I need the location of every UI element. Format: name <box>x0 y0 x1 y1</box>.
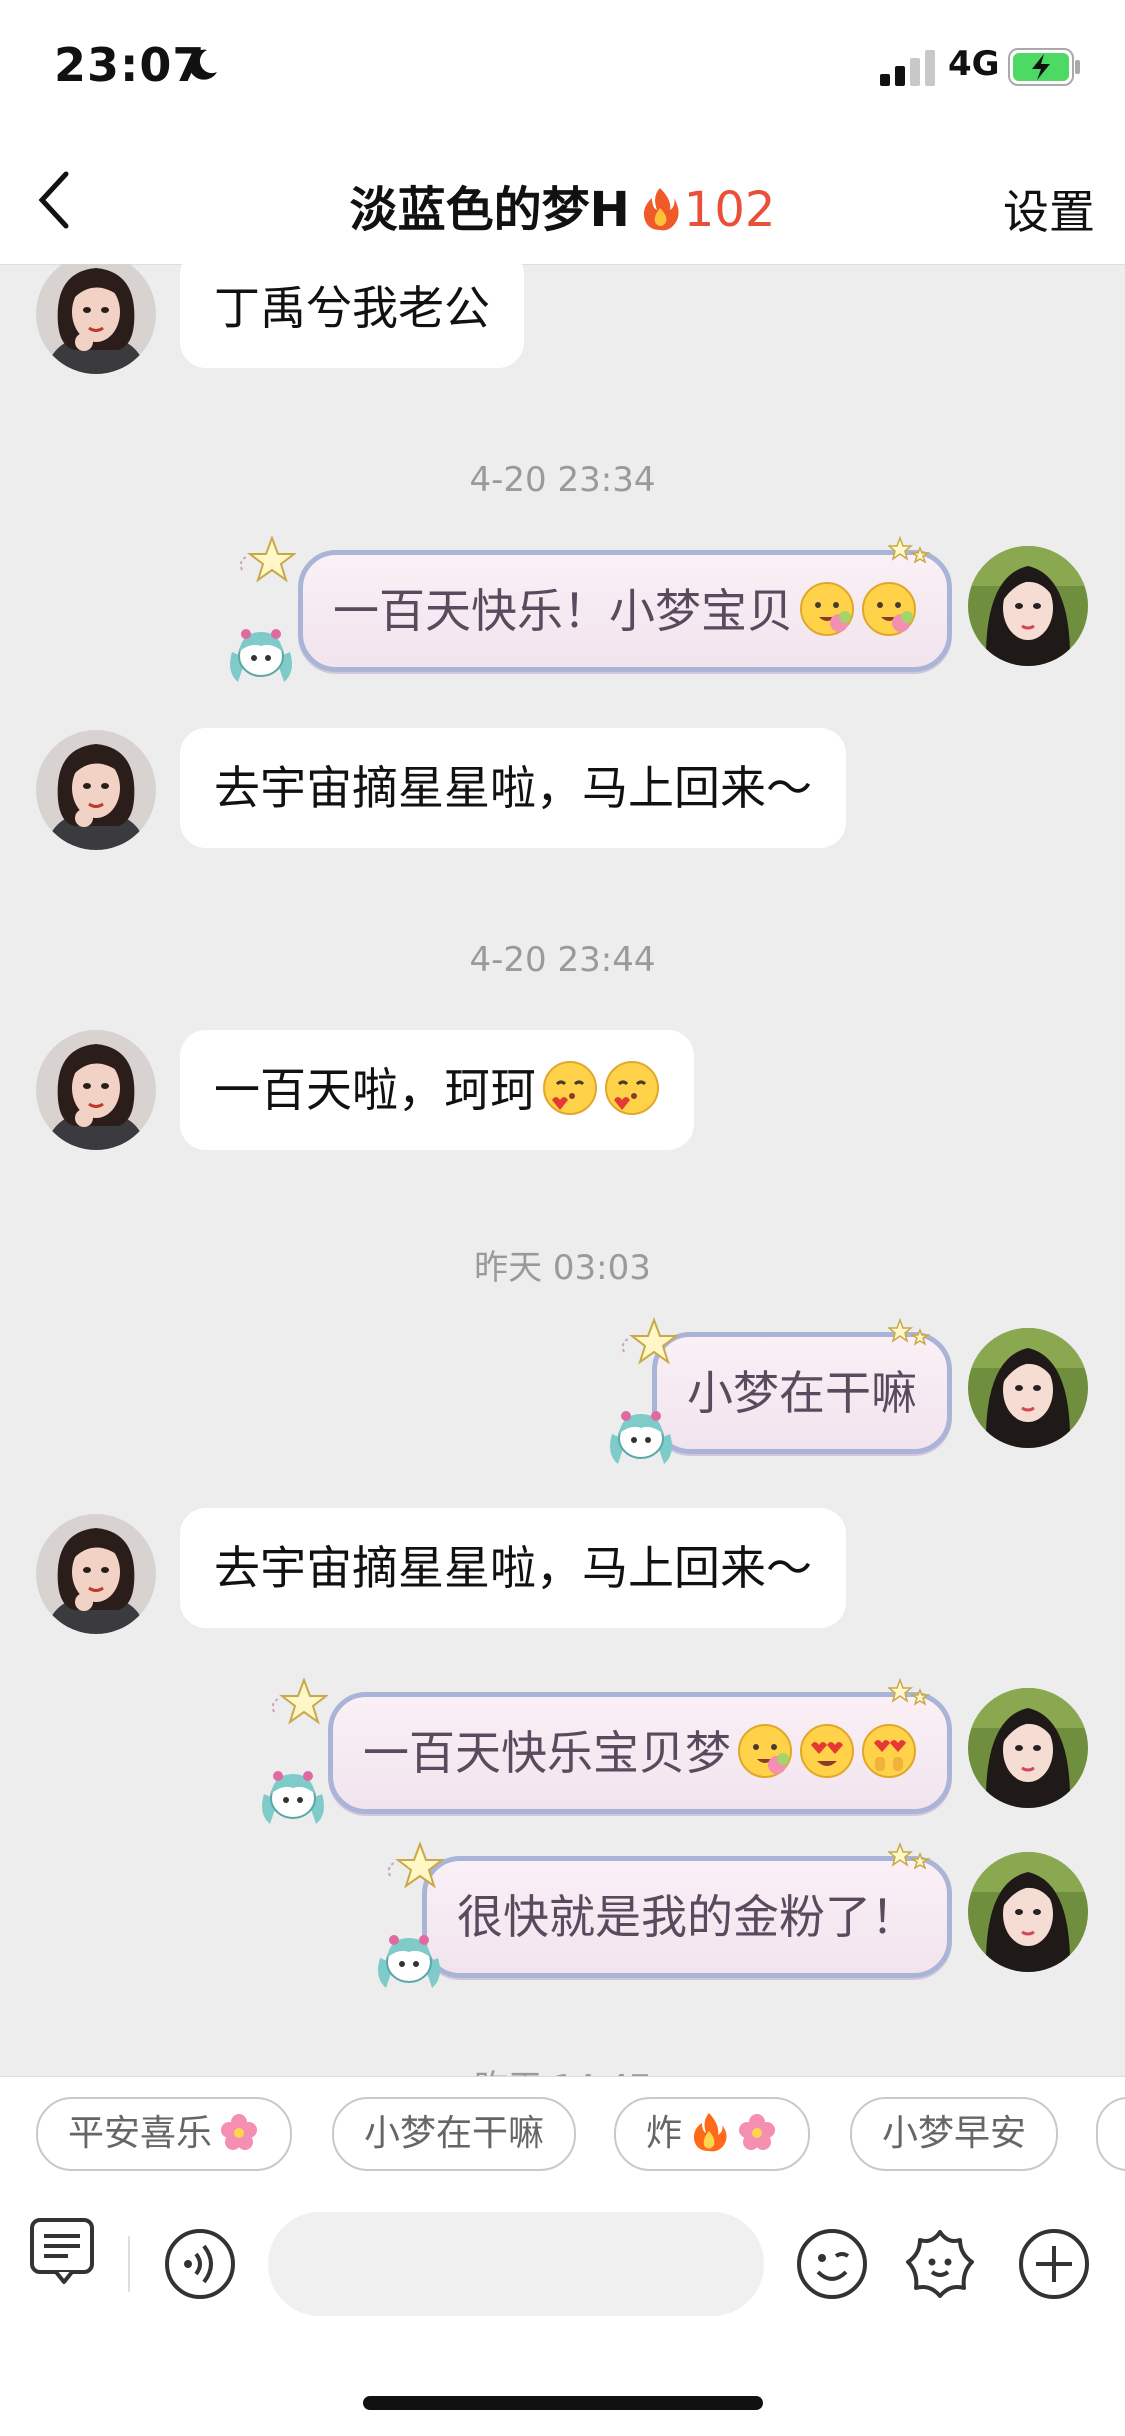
message-bubble-incoming[interactable]: 一百天啦，珂珂 <box>180 1030 694 1150</box>
chip-label: 小梦早安 <box>882 2113 1027 2154</box>
quick-reply-chip[interactable]: 小梦早安 <box>850 2097 1059 2171</box>
flower-icon <box>218 2111 260 2153</box>
quick-reply-bar[interactable]: 平安喜乐 小梦在干嘛 炸 小梦早安 <box>0 2076 1125 2193</box>
voice-icon[interactable] <box>162 2226 238 2302</box>
contact-avatar[interactable] <box>36 1030 156 1150</box>
my-avatar[interactable] <box>968 1328 1088 1448</box>
contact-name: 淡蓝色的梦H <box>349 182 630 238</box>
stars-decoration-icon <box>888 1676 932 1712</box>
my-avatar[interactable] <box>968 546 1088 666</box>
fire-icon <box>688 2111 730 2153</box>
message-text: 一百天快乐！小梦宝贝 <box>333 584 793 638</box>
message-text: 一百天快乐宝贝梦 <box>363 1726 731 1780</box>
flower-face-emoji-icon <box>861 581 917 637</box>
add-icon[interactable] <box>1016 2226 1092 2302</box>
message-input[interactable] <box>268 2212 764 2316</box>
status-bar: 23:07 4G <box>0 0 1125 140</box>
message-timestamp: 4-20 23:34 <box>469 460 656 500</box>
message-bubble-incoming[interactable]: 去宇宙摘星星啦，马上回来～ <box>180 1508 846 1628</box>
quick-reply-chip[interactable]: 炸 <box>614 2097 811 2171</box>
message-timestamp: 昨天 03:03 <box>474 1248 651 1288</box>
contact-avatar[interactable] <box>36 730 156 850</box>
message-bubble-outgoing[interactable]: 一百天快乐！小梦宝贝 <box>298 550 952 672</box>
star-decoration-icon <box>236 534 296 588</box>
message-bubble-incoming[interactable]: 丁禹兮我老公 <box>180 264 524 368</box>
stars-decoration-icon <box>888 534 932 570</box>
battery-charging-icon <box>1008 48 1080 86</box>
kiss-heart-emoji-icon <box>542 1060 598 1116</box>
heart-eyes-emoji-icon <box>799 1723 855 1779</box>
my-avatar[interactable] <box>968 1688 1088 1808</box>
streak-count: 102 <box>683 182 776 238</box>
chip-label: 小梦在干嘛 <box>364 2113 545 2154</box>
quick-reply-chip-partial[interactable] <box>1096 2097 1125 2171</box>
message-text: 一百天啦，珂珂 <box>214 1063 536 1117</box>
character-decoration-icon <box>258 1764 328 1826</box>
message-bubble-outgoing[interactable]: 很快就是我的金粉了！ <box>422 1856 952 1978</box>
home-indicator[interactable] <box>363 2396 763 2410</box>
status-time: 23:07 <box>54 38 206 92</box>
signal-icon <box>880 50 935 86</box>
message-timestamp: 4-20 23:44 <box>469 940 656 980</box>
chip-label: 平安喜乐 <box>68 2113 213 2154</box>
chat-title: 淡蓝色的梦H 102 <box>0 170 1125 240</box>
character-decoration-icon <box>374 1928 444 1990</box>
sticker-icon[interactable] <box>902 2226 978 2302</box>
chip-label: 炸 <box>646 2113 683 2154</box>
character-decoration-icon <box>606 1404 676 1466</box>
chat-message-list[interactable]: 丁禹兮我老公 4-20 23:34 一百天快乐！小梦宝贝 去宇宙摘星星啦，马上回… <box>0 264 1125 2076</box>
contact-avatar[interactable] <box>36 264 156 374</box>
contact-avatar[interactable] <box>36 1514 156 1634</box>
flower-icon <box>736 2111 778 2153</box>
moon-icon <box>188 49 217 80</box>
star-decoration-icon <box>384 1840 444 1894</box>
flower-face-emoji-icon <box>799 581 855 637</box>
quick-reply-chip[interactable]: 平安喜乐 <box>36 2097 293 2171</box>
stars-decoration-icon <box>888 1840 932 1876</box>
chat-header: 淡蓝色的梦H 102 设置 <box>0 140 1125 265</box>
flame-icon <box>643 188 679 231</box>
settings-button[interactable]: 设置 <box>1003 176 1095 242</box>
quick-reply-chip[interactable]: 小梦在干嘛 <box>332 2097 577 2171</box>
message-timestamp: 昨天 14:47 <box>0 2060 1125 2076</box>
character-decoration-icon <box>226 622 296 684</box>
quick-phrase-icon[interactable] <box>26 2214 102 2290</box>
divider <box>128 2236 130 2292</box>
network-type: 4G <box>948 44 1000 84</box>
stars-decoration-icon <box>888 1316 932 1352</box>
star-decoration-icon <box>618 1316 678 1370</box>
message-bubble-outgoing[interactable]: 一百天快乐宝贝梦 <box>328 1692 952 1814</box>
shy-heart-eyes-emoji-icon <box>861 1723 917 1779</box>
star-decoration-icon <box>268 1676 328 1730</box>
message-bubble-incoming[interactable]: 去宇宙摘星星啦，马上回来～ <box>180 728 846 848</box>
my-avatar[interactable] <box>968 1852 1088 1972</box>
kiss-heart-emoji-icon <box>604 1060 660 1116</box>
flower-face-emoji-icon <box>737 1723 793 1779</box>
emoji-icon[interactable] <box>794 2226 870 2302</box>
